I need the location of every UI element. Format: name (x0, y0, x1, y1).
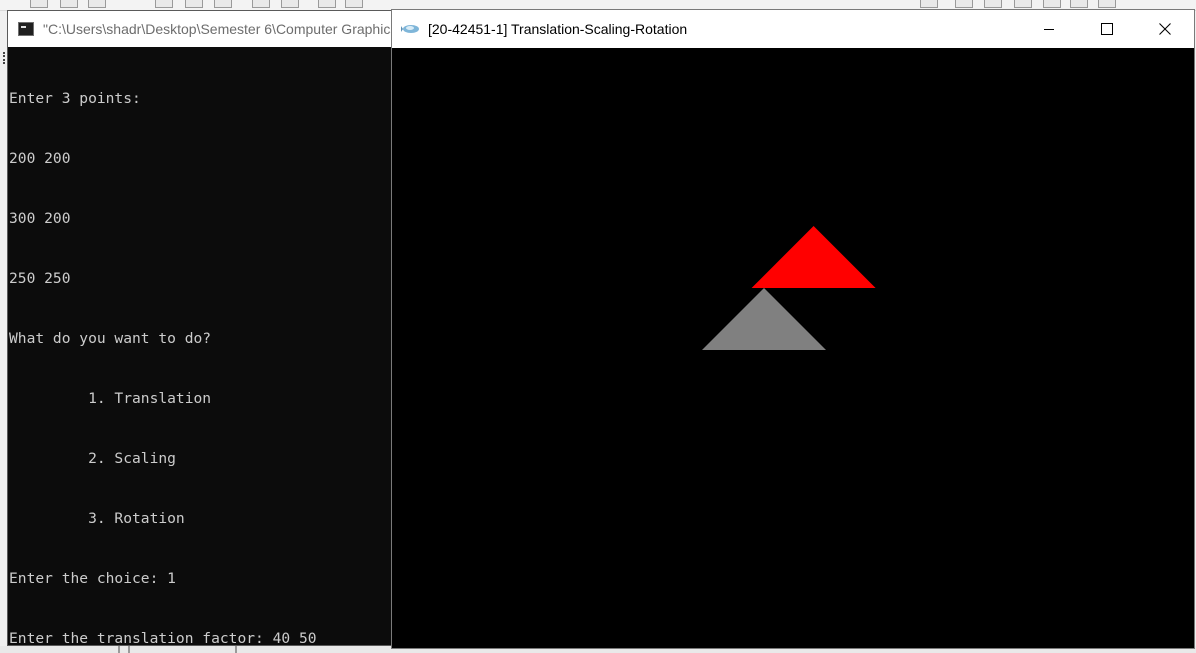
maximize-button[interactable] (1078, 10, 1136, 48)
toolbar-button[interactable] (30, 0, 48, 8)
console-line: What do you want to do? (9, 330, 212, 347)
toolbar-button[interactable] (60, 0, 78, 8)
toolbar-button[interactable] (920, 0, 938, 8)
toolbar-button[interactable] (155, 0, 173, 8)
toolbar-button[interactable] (1070, 0, 1088, 8)
console-line: 300 200 (9, 210, 71, 227)
toolbar-button[interactable] (185, 0, 203, 8)
toolbar-button[interactable] (1043, 0, 1061, 8)
console-line: 1. Translation (9, 390, 212, 407)
maximize-icon (1101, 23, 1113, 35)
console-window-icon (18, 22, 34, 36)
opengl-canvas[interactable] (392, 48, 1194, 648)
close-icon (1159, 23, 1171, 35)
toolbar-button[interactable] (1014, 0, 1032, 8)
console-output[interactable]: Enter 3 points: 200 200 300 200 250 250 … (8, 49, 399, 645)
console-title-bar[interactable]: "C:\Users\shadr\Desktop\Semester 6\Compu… (8, 11, 398, 47)
toolbar-button[interactable] (214, 0, 232, 8)
console-line: Enter the choice: 1 (9, 570, 176, 587)
close-button[interactable] (1136, 10, 1194, 48)
toolbar-button[interactable] (252, 0, 270, 8)
toolbar-button[interactable] (345, 0, 363, 8)
console-title: "C:\Users\shadr\Desktop\Semester 6\Compu… (43, 21, 398, 37)
toolbar-button[interactable] (318, 0, 336, 8)
console-line: Enter the translation factor: 40 50 (9, 630, 317, 645)
console-line: 200 200 (9, 150, 71, 167)
gl-title-bar[interactable]: [20-42451-1] Translation-Scaling-Rotatio… (392, 10, 1194, 48)
toolbar-button[interactable] (1098, 0, 1116, 8)
gl-window-title: [20-42451-1] Translation-Scaling-Rotatio… (428, 21, 688, 37)
console-window[interactable]: "C:\Users\shadr\Desktop\Semester 6\Compu… (7, 10, 399, 646)
glut-app-icon (401, 25, 419, 33)
bottom-divider (235, 646, 237, 653)
console-line: Enter 3 points: (9, 90, 141, 107)
opengl-window[interactable]: [20-42451-1] Translation-Scaling-Rotatio… (391, 9, 1195, 649)
minimize-button[interactable] (1020, 10, 1078, 48)
minimize-icon (1044, 29, 1054, 30)
bottom-divider (128, 646, 130, 653)
console-line: 3. Rotation (9, 510, 185, 527)
toolbar-button[interactable] (984, 0, 1002, 8)
toolbar-button[interactable] (281, 0, 299, 8)
console-line: 250 250 (9, 270, 71, 287)
toolbar-button[interactable] (955, 0, 973, 8)
toolbar-button[interactable] (88, 0, 106, 8)
bottom-divider (118, 646, 120, 653)
console-line: 2. Scaling (9, 450, 176, 467)
